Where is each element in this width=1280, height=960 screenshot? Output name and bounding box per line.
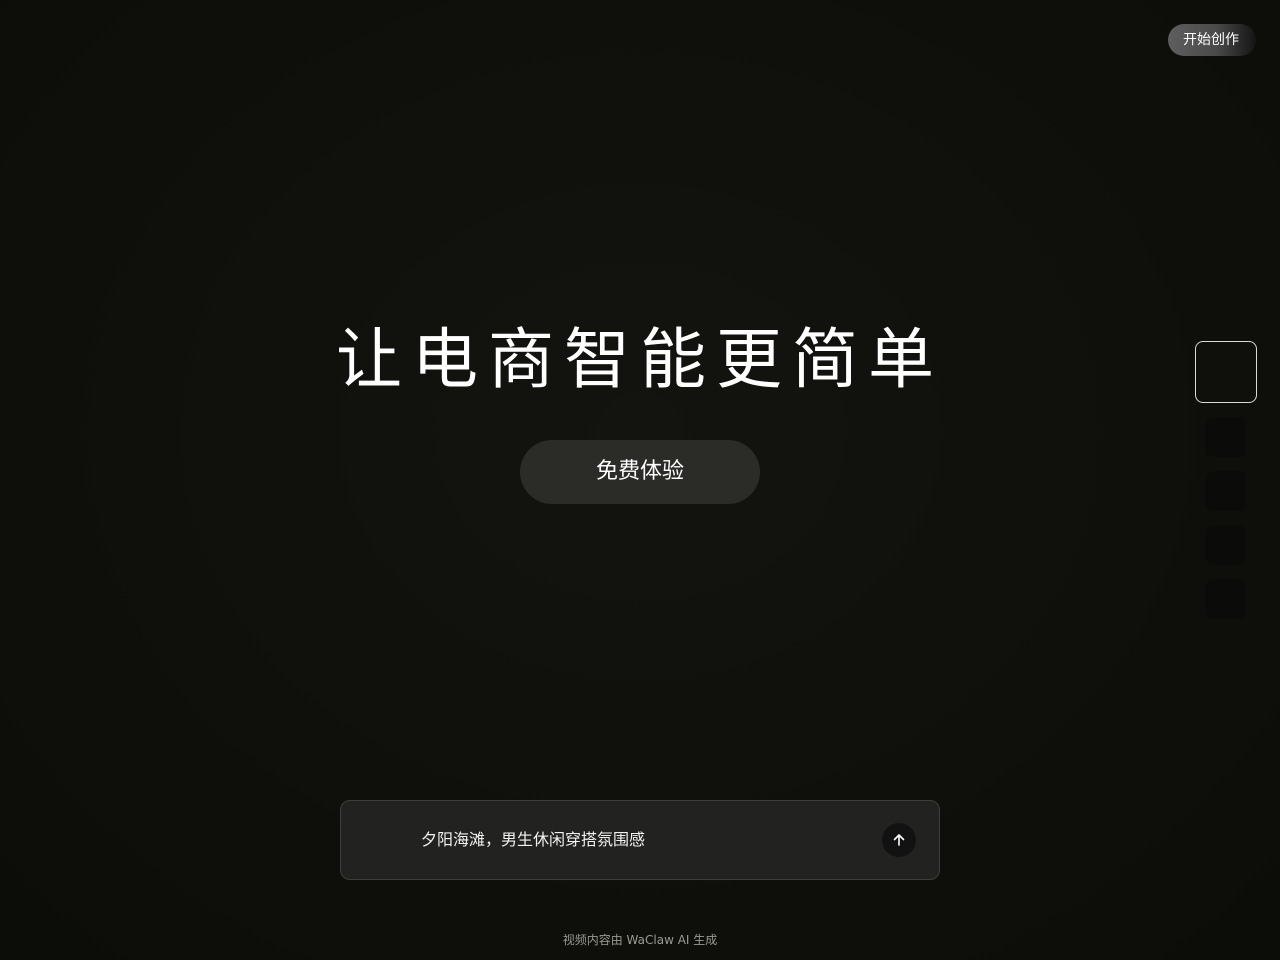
- prompt-input-box[interactable]: 夕阳海滩，男生休闲穿搭氛围感: [340, 800, 940, 880]
- video-thumbnail[interactable]: [1206, 579, 1246, 619]
- video-thumbnail[interactable]: [1206, 417, 1246, 457]
- start-creating-button[interactable]: 开始创作: [1168, 24, 1256, 56]
- video-thumbnail[interactable]: [1206, 525, 1246, 565]
- video-thumbnail-active[interactable]: [1195, 341, 1257, 403]
- video-thumbnail-list: [1195, 341, 1257, 619]
- send-button[interactable]: [882, 823, 916, 857]
- footer-note: 视频内容由 WaClaw AI 生成: [562, 933, 718, 947]
- page: 开始创作 让电商智能更简单 免费体验 夕阳海滩，男生休闲穿搭氛围感 视频内容由 …: [0, 0, 1280, 960]
- free-trial-button[interactable]: 免费体验: [520, 440, 760, 504]
- video-thumbnail[interactable]: [1206, 471, 1246, 511]
- prompt-text[interactable]: 夕阳海滩，男生休闲穿搭氛围感: [421, 801, 645, 879]
- arrow-up-icon: [893, 834, 905, 846]
- hero-title: 让电商智能更简单: [336, 321, 944, 398]
